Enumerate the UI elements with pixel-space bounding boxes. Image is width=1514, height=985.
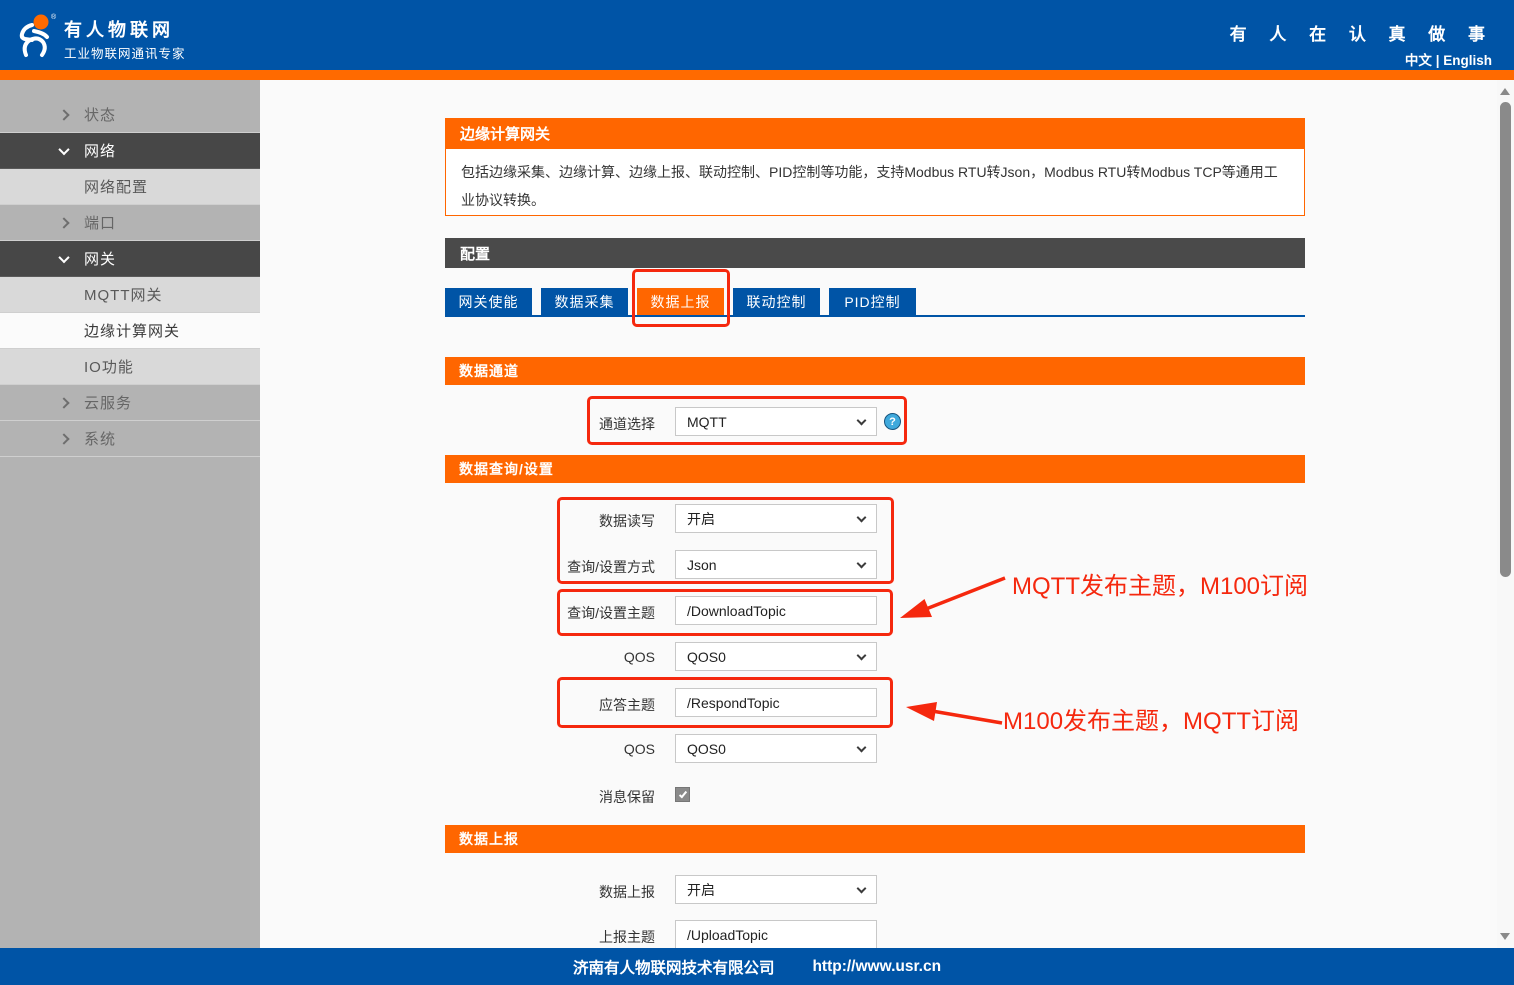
qos1-label: QOS [445,649,655,665]
section-header-query-set: 数据查询/设置 [445,455,1305,483]
retain-label: 消息保留 [445,787,655,803]
data-rw-select[interactable]: 开启 [675,504,877,533]
footer-bar: 济南有人物联网技术有限公司 http://www.usr.cn [0,948,1514,985]
query-mode-select-value: Json [687,557,717,573]
brand-logo-icon: ® [12,11,58,59]
sidebar-item-network-config[interactable]: 网络配置 [0,169,260,205]
sidebar-item-label: IO功能 [84,356,134,377]
chevron-down-icon [60,255,76,263]
tab-pid-control[interactable]: PID控制 [829,288,916,315]
scrollbar-down-arrow-icon[interactable] [1500,933,1510,940]
tab-gateway-enable[interactable]: 网关使能 [445,288,532,315]
sidebar-item-status[interactable]: 状态 [0,97,260,133]
tab-data-report[interactable]: 数据上报 [637,288,724,315]
footer-company: 济南有人物联网技术有限公司 [573,956,775,978]
tab-data-collection[interactable]: 数据采集 [541,288,628,315]
language-switcher: 中文 | English [1405,49,1492,69]
qos2-select-value: QOS0 [687,741,726,757]
qos2-select[interactable]: QOS0 [675,734,877,763]
select-chevron-icon [857,513,867,523]
sidebar: 状态 网络 网络配置 端口 网关 MQTT网关 边缘计算网关 [0,80,260,948]
respond-topic-input[interactable] [675,688,877,717]
page-title: 边缘计算网关 [445,118,1305,149]
tab-linkage-control[interactable]: 联动控制 [733,288,820,315]
sidebar-item-io-function[interactable]: IO功能 [0,349,260,385]
section-header-data-report: 数据上报 [445,825,1305,853]
sidebar-item-label: 网关 [84,248,116,269]
sidebar-item-label: 状态 [84,104,116,125]
app-window: ® 有人物联网 工业物联网通讯专家 有 人 在 认 真 做 事 中文 | Eng… [0,0,1514,985]
sidebar-item-label: MQTT网关 [84,284,163,305]
chevron-down-icon [60,147,76,155]
header-accent-strip [0,70,1514,80]
data-rw-label: 数据读写 [445,511,655,527]
select-chevron-icon [857,416,867,426]
section-header-data-channel: 数据通道 [445,357,1305,385]
query-topic-input[interactable] [675,596,877,625]
page-description: 包括边缘采集、边缘计算、边缘上报、联动控制、PID控制等功能，支持Modbus … [445,149,1305,216]
select-chevron-icon [857,743,867,753]
scrollbar-up-arrow-icon[interactable] [1500,88,1510,95]
data-rw-select-value: 开启 [687,509,715,529]
query-mode-select[interactable]: Json [675,550,877,579]
sidebar-item-label: 系统 [84,428,116,449]
chevron-right-icon [60,111,76,119]
sidebar-menu: 状态 网络 网络配置 端口 网关 MQTT网关 边缘计算网关 [0,97,260,457]
tab-underline [445,315,1305,317]
qos1-select[interactable]: QOS0 [675,642,877,671]
sidebar-item-label: 云服务 [84,392,132,413]
checkmark-icon [678,789,686,798]
sidebar-item-label: 网络 [84,140,116,161]
sidebar-item-edge-gateway[interactable]: 边缘计算网关 [0,313,260,349]
channel-select-value: MQTT [687,414,727,430]
report-enable-select[interactable]: 开启 [675,875,877,904]
vertical-scrollbar[interactable] [1497,80,1514,948]
upload-topic-input[interactable] [675,920,877,949]
select-chevron-icon [857,884,867,894]
select-chevron-icon [857,559,867,569]
lang-en-link[interactable]: English [1443,53,1492,68]
scrollbar-thumb[interactable] [1500,102,1511,577]
upload-topic-label: 上报主题 [445,927,655,943]
report-enable-label: 数据上报 [445,882,655,898]
qos2-label: QOS [445,741,655,757]
sidebar-item-label: 网络配置 [84,176,148,197]
brand-title: 有人物联网 [64,16,174,42]
respond-topic-label: 应答主题 [445,695,655,711]
sidebar-item-gateway[interactable]: 网关 [0,241,260,277]
sidebar-item-network[interactable]: 网络 [0,133,260,169]
top-header-bar: ® 有人物联网 工业物联网通讯专家 有 人 在 认 真 做 事 中文 | Eng… [0,0,1514,70]
footer-url-link[interactable]: http://www.usr.cn [812,958,941,976]
select-chevron-icon [857,651,867,661]
query-topic-label: 查询/设置主题 [445,603,655,619]
channel-select-label: 通道选择 [445,414,655,430]
sidebar-item-mqtt-gateway[interactable]: MQTT网关 [0,277,260,313]
header-slogan: 有 人 在 认 真 做 事 [1230,20,1494,45]
help-icon[interactable]: ? [884,413,901,430]
sidebar-item-system[interactable]: 系统 [0,421,260,457]
config-section-header: 配置 [445,238,1305,268]
report-enable-select-value: 开启 [687,880,715,900]
brand-subtitle: 工业物联网通讯专家 [64,43,186,62]
sidebar-item-label: 边缘计算网关 [84,320,180,341]
sidebar-item-port[interactable]: 端口 [0,205,260,241]
query-mode-label: 查询/设置方式 [445,557,655,573]
chevron-right-icon [60,399,76,407]
channel-select[interactable]: MQTT [675,407,877,436]
svg-text:®: ® [51,13,57,21]
qos1-select-value: QOS0 [687,649,726,665]
sidebar-item-label: 端口 [84,212,116,233]
chevron-right-icon [60,435,76,443]
sidebar-item-cloud-service[interactable]: 云服务 [0,385,260,421]
chevron-right-icon [60,219,76,227]
lang-divider: | [1436,53,1440,68]
lang-zh-link[interactable]: 中文 [1405,53,1432,68]
retain-checkbox[interactable] [675,787,690,802]
